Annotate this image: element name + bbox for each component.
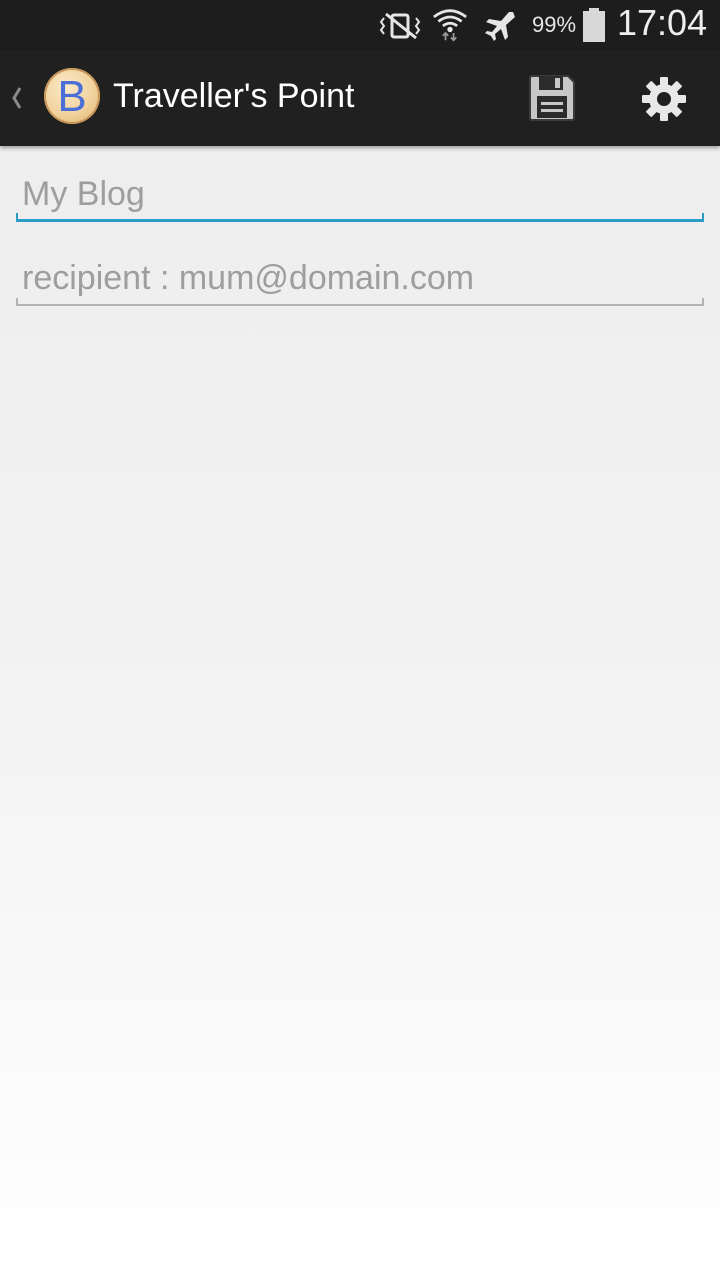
recipient-email-input[interactable] bbox=[16, 254, 704, 302]
settings-button[interactable] bbox=[616, 50, 712, 146]
recipient-underline bbox=[16, 298, 704, 306]
app-logo[interactable]: B bbox=[44, 68, 100, 124]
blog-title-input[interactable] bbox=[16, 170, 704, 218]
vibrate-mute-icon bbox=[379, 12, 421, 40]
wifi-icon bbox=[433, 9, 467, 42]
status-bar: 99% 17:04 bbox=[0, 0, 720, 50]
action-bar: B Traveller's Point bbox=[0, 50, 720, 146]
gear-icon bbox=[642, 77, 686, 121]
app-title: Traveller's Point bbox=[113, 77, 355, 115]
app-logo-letter: B bbox=[57, 72, 87, 121]
battery-percent: 99% bbox=[532, 12, 577, 37]
status-clock: 17:04 bbox=[617, 2, 708, 43]
airplane-icon bbox=[485, 12, 515, 41]
save-floppy-icon bbox=[529, 75, 575, 121]
up-caret-icon[interactable] bbox=[6, 78, 26, 118]
battery-icon bbox=[583, 8, 605, 42]
blog-title-field bbox=[16, 170, 704, 222]
recipient-field bbox=[16, 254, 704, 306]
save-button[interactable] bbox=[504, 50, 600, 146]
blog-title-underline bbox=[16, 213, 704, 222]
